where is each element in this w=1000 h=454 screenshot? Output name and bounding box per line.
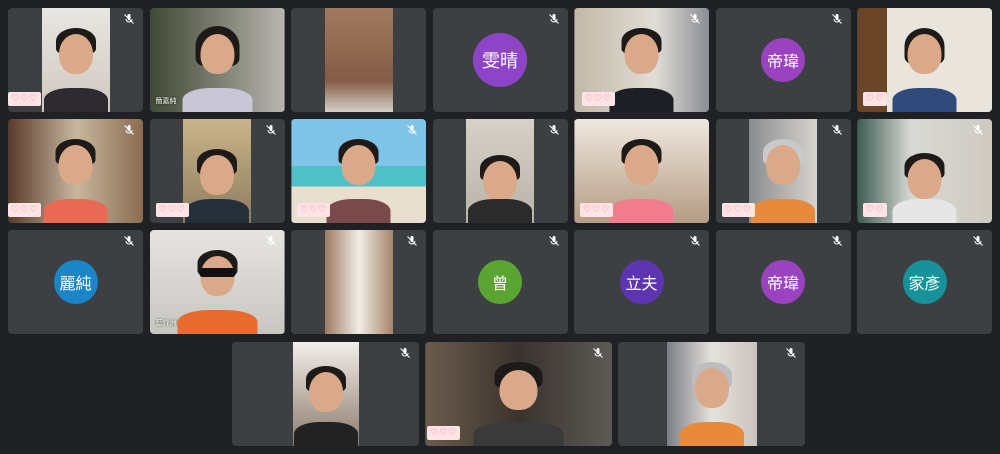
mic-muted-icon bbox=[548, 13, 560, 25]
avatar-initials: 雯晴 bbox=[482, 51, 518, 72]
mic-muted-icon bbox=[972, 235, 984, 247]
mic-muted-icon bbox=[831, 235, 843, 247]
mic-muted-icon bbox=[689, 13, 701, 25]
participant-avatar: 立夫 bbox=[619, 260, 664, 304]
participant-grid-last-row: ♡♡♡ bbox=[232, 342, 805, 446]
mic-muted-icon bbox=[406, 235, 418, 247]
mic-muted-icon bbox=[399, 347, 411, 359]
hearts-reaction: ♡♡♡ bbox=[582, 92, 616, 106]
participant-tile[interactable]: 家彥 bbox=[857, 230, 992, 334]
mic-muted-icon bbox=[406, 124, 418, 136]
participant-tile[interactable] bbox=[618, 342, 805, 446]
participant-tile[interactable]: ♡♡ bbox=[857, 119, 992, 223]
participant-video bbox=[41, 8, 110, 112]
mic-muted-icon bbox=[123, 235, 135, 247]
participant-tile[interactable] bbox=[291, 8, 426, 112]
avatar-initials: 麗純 bbox=[59, 274, 92, 293]
participant-tile[interactable]: ♡♡♡ bbox=[574, 8, 709, 112]
participant-grid: ♡♡♡ 簡嘉純 雯晴 ♡♡♡ 帝瑋 ♡♡ ♡♡♡ ♡♡♡ ♡♡♡ ♡♡♡ ♡♡♡… bbox=[8, 8, 992, 334]
hearts-reaction: ♡♡ bbox=[863, 92, 888, 106]
mic-muted-icon bbox=[548, 124, 560, 136]
avatar-initials: 帝瑋 bbox=[766, 274, 799, 293]
participant-video bbox=[324, 230, 393, 334]
avatar-initials: 立夫 bbox=[625, 274, 658, 293]
mic-muted-icon bbox=[785, 347, 797, 359]
mic-muted-icon bbox=[831, 13, 843, 25]
participant-name: 藍介洲 bbox=[155, 319, 177, 327]
mic-muted-icon bbox=[592, 347, 604, 359]
participant-tile[interactable]: ♡♡ bbox=[857, 8, 992, 112]
participant-tile[interactable]: 立夫 bbox=[574, 230, 709, 334]
participant-tile[interactable]: ♡♡♡ bbox=[149, 119, 285, 223]
avatar-initials: 帝瑋 bbox=[766, 52, 799, 71]
participant-video bbox=[466, 119, 534, 223]
participant-video bbox=[324, 8, 393, 112]
participant-tile[interactable] bbox=[232, 342, 419, 446]
participant-avatar: 帝瑋 bbox=[761, 260, 805, 304]
participant-tile[interactable]: ♡♡♡ bbox=[425, 342, 612, 446]
avatar-initials: 家彥 bbox=[908, 274, 941, 293]
hearts-reaction: ♡♡♡ bbox=[297, 203, 331, 217]
hearts-reaction: ♡♡♡ bbox=[155, 203, 189, 217]
participant-tile[interactable]: ♡♡♡ bbox=[8, 8, 143, 112]
mic-muted-icon bbox=[548, 235, 560, 247]
mic-muted-icon bbox=[972, 124, 984, 136]
mic-muted-icon bbox=[831, 124, 843, 136]
participant-avatar: 家彥 bbox=[902, 260, 947, 304]
participant-tile[interactable]: 麗純 bbox=[8, 230, 143, 334]
participant-name: 簡嘉純 bbox=[155, 97, 177, 105]
hearts-reaction: ♡♡♡ bbox=[580, 203, 614, 217]
participant-tile[interactable]: ♡♡♡ bbox=[715, 119, 851, 223]
participant-video bbox=[292, 342, 359, 446]
participant-tile[interactable] bbox=[291, 230, 426, 334]
participant-tile[interactable] bbox=[432, 119, 568, 223]
mic-muted-icon bbox=[689, 235, 701, 247]
participant-tile[interactable]: ♡♡♡ bbox=[574, 119, 709, 223]
participant-tile[interactable]: ♡♡♡ bbox=[8, 119, 143, 223]
participant-tile[interactable]: ♡♡♡ bbox=[291, 119, 426, 223]
participant-video bbox=[666, 342, 757, 446]
participant-avatar: 麗純 bbox=[53, 260, 98, 304]
hearts-reaction: ♡♡ bbox=[863, 203, 888, 217]
participant-tile[interactable]: 帝瑋 bbox=[715, 8, 851, 112]
participant-avatar: 曾 bbox=[478, 260, 522, 304]
avatar-initials: 曾 bbox=[491, 274, 508, 293]
participant-video bbox=[749, 119, 817, 223]
mic-muted-icon bbox=[265, 235, 277, 247]
hearts-reaction: ♡♡♡ bbox=[8, 92, 42, 106]
participant-tile[interactable]: 藍介洲 bbox=[149, 230, 285, 334]
hearts-reaction: ♡♡♡ bbox=[427, 426, 461, 440]
participant-video bbox=[183, 119, 251, 223]
participant-tile[interactable]: 雯晴 bbox=[432, 8, 568, 112]
participant-tile[interactable]: 帝瑋 bbox=[715, 230, 851, 334]
mic-muted-icon bbox=[123, 124, 135, 136]
participant-tile[interactable]: 簡嘉純 bbox=[149, 8, 285, 112]
hearts-reaction: ♡♡♡ bbox=[721, 203, 755, 217]
participant-avatar: 帝瑋 bbox=[761, 38, 805, 82]
mic-muted-icon bbox=[123, 13, 135, 25]
mic-muted-icon bbox=[265, 124, 277, 136]
participant-tile[interactable]: 曾 bbox=[432, 230, 568, 334]
hearts-reaction: ♡♡♡ bbox=[8, 203, 42, 217]
participant-avatar: 雯晴 bbox=[473, 33, 527, 87]
